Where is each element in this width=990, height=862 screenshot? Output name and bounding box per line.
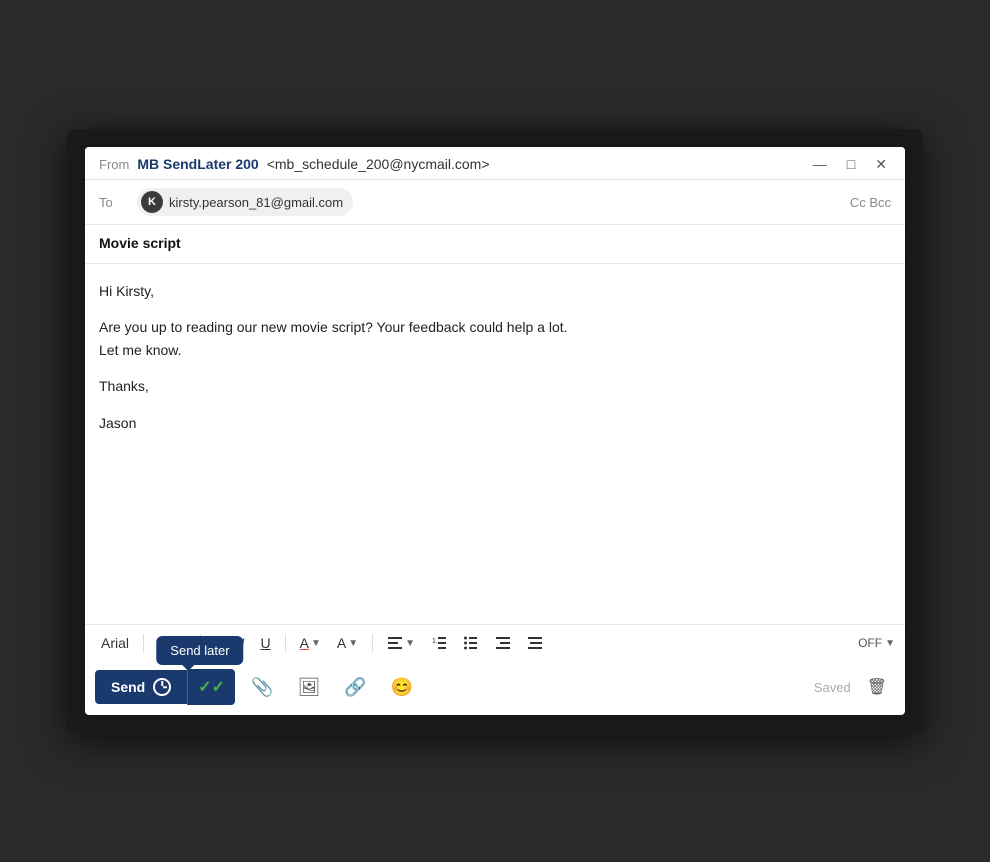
font-select[interactable]: Arial	[95, 631, 135, 655]
from-label: From	[99, 157, 129, 172]
sep2	[200, 634, 201, 652]
indent-increase-icon	[527, 635, 543, 651]
highlight-icon: A	[337, 635, 346, 651]
email-body[interactable]: Hi Kirsty, Are you up to reading our new…	[85, 264, 905, 624]
maximize-button[interactable]: □	[843, 155, 859, 173]
subject-text: Movie script	[99, 235, 181, 251]
highlight-chevron: ▼	[348, 638, 358, 649]
sep1	[143, 634, 144, 652]
unordered-list-button[interactable]	[457, 631, 485, 655]
sep3	[285, 634, 286, 652]
formatting-toolbar: Arial 10 ▼ B I U A ▼ A ▼	[85, 624, 905, 661]
italic-button[interactable]: I	[235, 631, 251, 655]
trash-icon: 🗑	[867, 679, 887, 696]
emoji-button[interactable]: 😊	[383, 671, 421, 704]
check-icon: ✓✓	[198, 677, 225, 697]
indent-increase-button[interactable]	[521, 631, 549, 655]
align-chevron: ▼	[405, 638, 415, 649]
font-size-select[interactable]: 10 ▼	[152, 631, 191, 655]
recipient-email: kirsty.pearson_81@gmail.com	[169, 195, 343, 210]
subject-row: Movie script	[85, 225, 905, 264]
unordered-list-icon	[463, 635, 479, 651]
send-button-group: Send later Send ✓✓	[95, 669, 235, 705]
action-toolbar: Send later Send ✓✓ 📎 🖼 🔗 😊	[85, 661, 905, 715]
image-button[interactable]: 🖼	[289, 671, 328, 704]
recipient-avatar: K	[141, 191, 163, 213]
underline-button[interactable]: U	[255, 631, 277, 655]
clock-icon	[153, 678, 171, 696]
sender-email: <mb_schedule_200@nycmail.com>	[267, 156, 490, 172]
sep4	[372, 634, 373, 652]
delete-button[interactable]: 🗑	[859, 671, 895, 703]
recipient-chip[interactable]: K kirsty.pearson_81@gmail.com	[137, 188, 353, 216]
off-badge: OFF ▼	[858, 636, 895, 650]
body-closing: Thanks,	[99, 375, 891, 397]
minimize-button[interactable]: —	[809, 155, 831, 173]
cc-bcc-button[interactable]: Cc Bcc	[850, 195, 891, 210]
body-signature: Jason	[99, 412, 891, 434]
off-chevron: ▼	[885, 638, 895, 649]
image-icon: 🖼	[297, 677, 320, 697]
link-icon: 🔗	[344, 677, 366, 697]
indent-decrease-button[interactable]	[489, 631, 517, 655]
ordered-list-icon: 1.	[431, 635, 447, 651]
send-button[interactable]: Send	[95, 670, 187, 704]
svg-text:1.: 1.	[432, 638, 438, 645]
font-color-button[interactable]: A ▼	[294, 631, 327, 655]
indent-decrease-icon	[495, 635, 511, 651]
bold-button[interactable]: B	[209, 631, 231, 655]
highlight-color-button[interactable]: A ▼	[331, 631, 364, 655]
send-label: Send	[111, 679, 145, 695]
attach-button[interactable]: 📎	[243, 671, 281, 704]
to-label: To	[99, 195, 129, 210]
send-confirm-button[interactable]: ✓✓	[187, 669, 235, 705]
to-row: To K kirsty.pearson_81@gmail.com Cc Bcc	[85, 180, 905, 225]
close-button[interactable]: ✕	[871, 155, 891, 173]
attach-icon: 📎	[251, 677, 273, 697]
sender-name: MB SendLater 200	[137, 156, 258, 172]
body-paragraph1: Are you up to reading our new movie scri…	[99, 316, 891, 361]
saved-label: Saved	[814, 680, 851, 695]
align-button[interactable]: ▼	[381, 631, 421, 655]
align-icon	[387, 635, 403, 651]
body-greeting: Hi Kirsty,	[99, 280, 891, 302]
font-color-chevron: ▼	[311, 638, 321, 649]
font-size-chevron: ▼	[176, 638, 186, 649]
font-color-icon: A	[300, 635, 309, 651]
emoji-icon: 😊	[391, 677, 413, 697]
ordered-list-button[interactable]: 1.	[425, 631, 453, 655]
link-button[interactable]: 🔗	[336, 671, 374, 704]
